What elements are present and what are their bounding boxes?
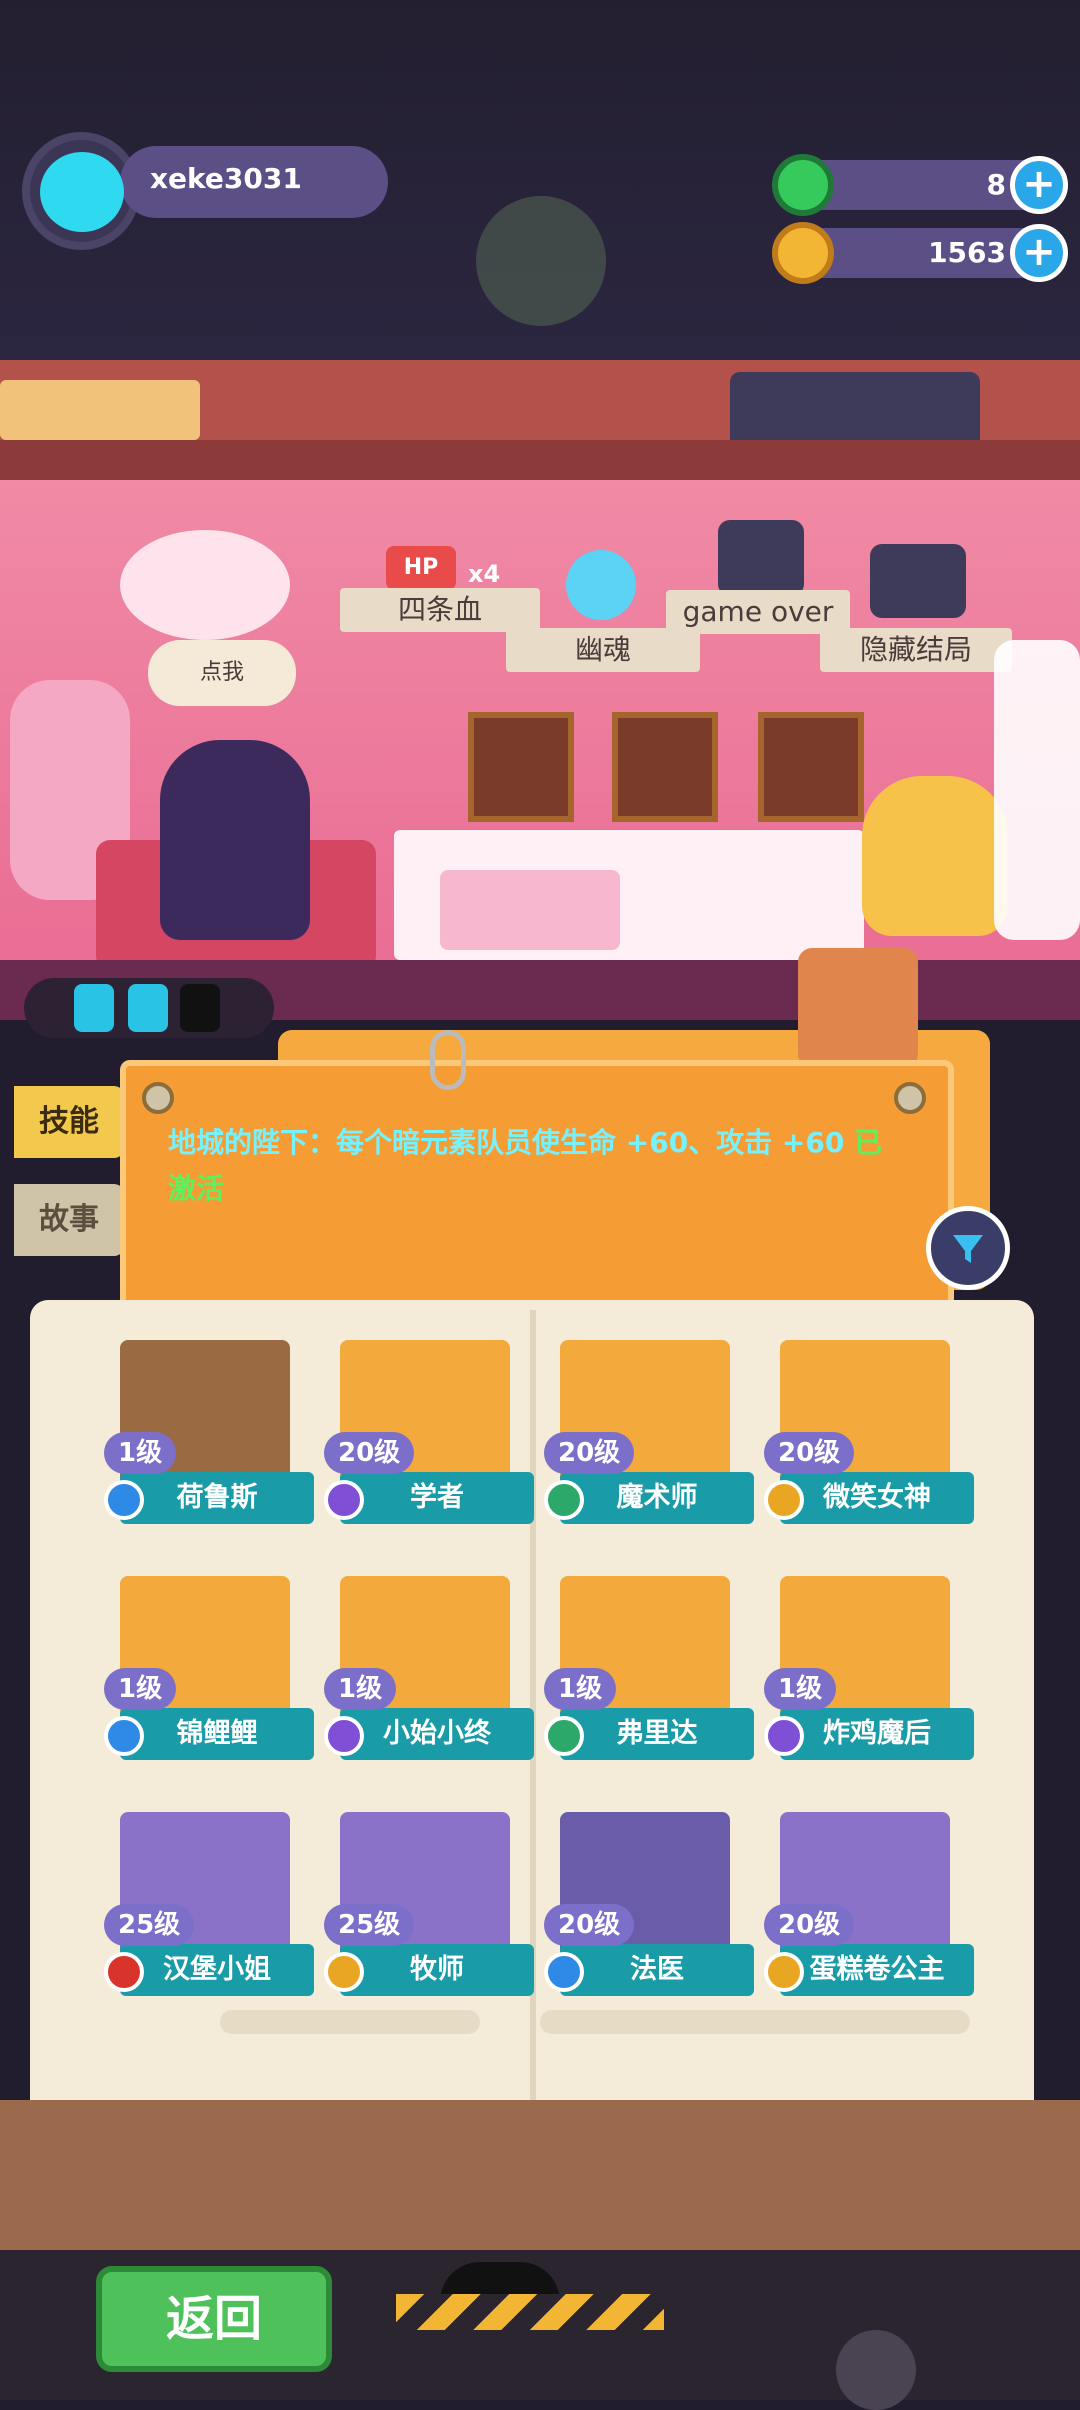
paperclip-icon [430,1030,466,1090]
character-card[interactable]: 锦鲤鲤 1级 [104,1566,314,1776]
character-level: 25级 [324,1904,415,1946]
banner-four-hp[interactable]: 四条血 [340,588,540,632]
book-cover [0,2100,1080,2250]
character-card[interactable]: 微笑女神 20级 [764,1330,974,1540]
add-gem-button[interactable]: + [1010,156,1068,214]
blurred-text [220,2010,480,2034]
character-name: 弗里达 [560,1708,754,1760]
character-level: 1级 [104,1432,177,1474]
character-card[interactable]: 荷鲁斯 1级 [104,1330,314,1540]
portrait-frame-2 [612,712,718,822]
board-pin-icon [894,1082,926,1114]
sailor-outfit-mannequin [994,640,1080,940]
character-name: 学者 [340,1472,534,1524]
cat-avatar-icon[interactable] [40,152,124,232]
blurred-text [540,2010,970,2034]
character-card[interactable]: 弗里达 1级 [544,1566,754,1776]
character-name: 炸鸡魔后 [780,1708,974,1760]
skill-text: 地城的陛下：每个暗元素队员使生命 +60、攻击 +60 [168,1126,855,1159]
character-card[interactable]: 魔术师 20级 [544,1330,754,1540]
banner-ghost[interactable]: 幽魂 [506,628,700,672]
character-name: 小始小终 [340,1708,534,1760]
filter-icon[interactable] [926,1206,1010,1290]
blue-element-icon [104,1480,144,1520]
shelf-vent [0,380,200,440]
ghost-skull-icon [566,550,636,620]
chat-bubble-icon[interactable] [798,948,918,1068]
character-card[interactable]: 汉堡小姐 25级 [104,1802,314,2012]
character-card[interactable]: 法医 20级 [544,1802,754,2012]
character-name: 微笑女神 [780,1472,974,1524]
character-level: 20级 [764,1904,855,1946]
energy-cell-icon [128,984,168,1032]
tombstone-tv-icon [718,520,804,596]
add-coin-button[interactable]: + [1010,224,1068,282]
character-level: 1级 [104,1668,177,1710]
energy-cell-icon [74,984,114,1032]
gold-element-icon [764,1952,804,1992]
character-card[interactable]: 牧师 25级 [324,1802,534,2012]
portrait-frame-1 [468,712,574,822]
gold-element-icon [324,1952,364,1992]
character-level: 20级 [764,1432,855,1474]
purple-element-icon [764,1716,804,1756]
character-name: 锦鲤鲤 [120,1708,314,1760]
character-level: 25级 [104,1904,195,1946]
character-level: 20级 [544,1904,635,1946]
blue-element-icon [544,1952,584,1992]
character-level: 20级 [544,1432,635,1474]
character-level: 1级 [544,1668,617,1710]
hp-multiplier: x4 [468,560,501,588]
character-card[interactable]: 小始小终 1级 [324,1566,534,1776]
tap-me-bubble[interactable]: 点我 [148,640,296,706]
character-name: 蛋糕卷公主 [780,1944,974,1996]
green-element-icon [544,1716,584,1756]
shelf-edge [0,440,1080,480]
tab-story[interactable]: 故事 [14,1184,124,1256]
gold-element-icon [764,1480,804,1520]
character-name: 汉堡小姐 [120,1944,314,1996]
fluffy-lamp [120,530,290,640]
character-grid: 荷鲁斯 1级 学者 20级 魔术师 20级 微笑女神 20级 锦鲤鲤 1级 小始小终 1级 弗里达 1级炸… [104,1330,990,1996]
character-card[interactable]: 炸鸡魔后 1级 [764,1566,974,1776]
gear-icon [836,2330,916,2410]
green-element-icon [544,1480,584,1520]
counter-drawer [440,870,620,950]
hp-icon: HP [386,546,456,590]
character-name: 法医 [560,1944,754,1996]
purple-element-icon [324,1716,364,1756]
red-element-icon [104,1952,144,1992]
coin-value: 1563 [928,236,1006,269]
skill-description: 地城的陛下：每个暗元素队员使生命 +60、攻击 +60 已激活 [168,1120,908,1212]
ceiling-fan-icon [476,196,606,326]
character-level: 1级 [324,1668,397,1710]
blue-element-icon [104,1716,144,1756]
dungeon-queen-character[interactable] [160,740,310,940]
board-pin-icon [142,1082,174,1114]
portrait-frame-3 [758,712,864,822]
banner-hidden-ending[interactable]: 隐藏结局 [820,628,1012,672]
energy-cell-empty-icon [180,984,220,1032]
gem-value: 8 [986,168,1006,201]
character-level: 1级 [764,1668,837,1710]
character-name: 魔术师 [560,1472,754,1524]
character-card[interactable]: 学者 20级 [324,1330,534,1540]
character-level: 20级 [324,1432,415,1474]
character-name: 荷鲁斯 [120,1472,314,1524]
character-name: 牧师 [340,1944,534,1996]
character-card[interactable]: 蛋糕卷公主 20级 [764,1802,974,2012]
username: xeke3031 [150,162,302,195]
skull-girl-character[interactable] [862,776,1008,936]
hazard-stripe [396,2294,664,2330]
tab-skill[interactable]: 技能 [14,1086,124,1158]
back-button[interactable]: 返回 [96,2266,332,2372]
purple-element-icon [324,1480,364,1520]
hidden-ending-tv-icon [870,544,966,618]
